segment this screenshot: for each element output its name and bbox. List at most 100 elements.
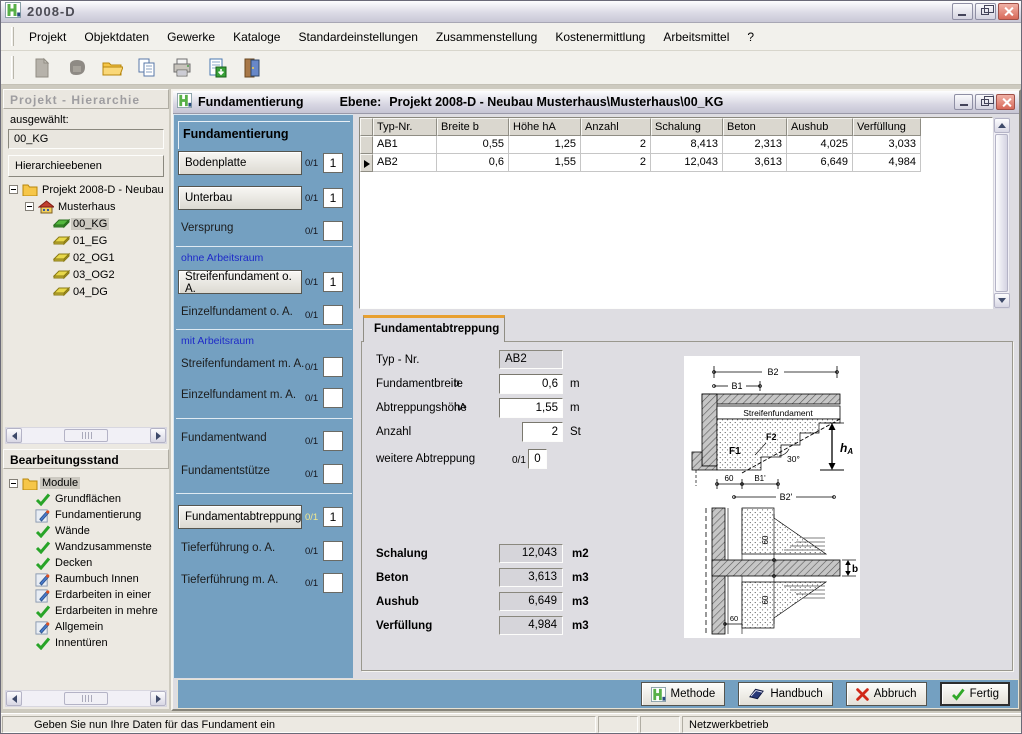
module-item[interactable]: Allgemein [5,619,167,635]
module-item[interactable]: Wandzusammenste [5,539,167,555]
menu-objektdaten[interactable]: Objektdaten [75,26,158,48]
streifenfundament-oa-button[interactable]: Streifenfundament o. A. [178,270,302,294]
fundamentbreite-input[interactable] [499,374,563,394]
abbruch-button[interactable]: Abbruch [846,682,927,706]
count-box[interactable] [323,431,343,451]
scroll-thumb[interactable] [64,429,108,442]
module-item[interactable]: Decken [5,555,167,571]
scroll-down-button[interactable] [994,293,1010,308]
scroll-right-button[interactable] [150,428,166,443]
tree-item-03-og2[interactable]: 03_OG2 [5,266,167,283]
row-selector[interactable] [360,136,373,154]
module-item[interactable]: Fundamentierung [5,507,167,523]
count-box[interactable] [323,464,343,484]
scroll-right-button[interactable] [150,691,166,706]
methode-button[interactable]: Methode [641,682,726,706]
menu-arbeitsmittel[interactable]: Arbeitsmittel [654,26,738,48]
close-button[interactable] [998,3,1019,20]
save-button[interactable] [64,55,90,81]
scroll-thumb[interactable] [995,134,1008,292]
print-button[interactable] [169,55,195,81]
menu-kostenermittlung[interactable]: Kostenermittlung [546,26,654,48]
dim-60: 60 [725,474,734,483]
count-box[interactable]: 1 [323,153,343,173]
copy-button[interactable] [134,55,160,81]
pencil-edit-icon [35,572,53,587]
progress-horizontal-scrollbar[interactable] [5,690,167,707]
menu-zusammenstellung[interactable]: Zusammenstellung [427,26,546,48]
tree-item-04-dg[interactable]: 04_DG [5,283,167,300]
table-row[interactable]: AB1 0,55 1,25 2 8,413 2,313 4,025 3,033 [360,136,992,154]
inner-minimize-button[interactable] [954,94,973,110]
dim-b2-prime: B2' [780,492,793,502]
module-item-label: Raumbuch Innen [53,573,141,585]
anzahl-input[interactable] [522,422,563,442]
count-box[interactable]: 1 [323,272,343,292]
bodenplatte-button[interactable]: Bodenplatte [178,151,302,175]
count-box[interactable] [323,357,343,377]
toolbar [1,51,1022,85]
cell-breite: 0,55 [437,136,509,154]
tree-item-02-og1[interactable]: 02_OG1 [5,249,167,266]
module-item[interactable]: Wände [5,523,167,539]
count-box[interactable]: 1 [323,507,343,527]
exit-button[interactable] [239,55,265,81]
verfuellung-field: 4,984 [499,616,563,635]
cell-schalung: 12,043 [651,154,723,172]
tree-item-project[interactable]: Projekt 2008-D - Neubau [5,181,167,198]
count-box[interactable] [323,221,343,241]
done-check-icon [951,688,965,701]
collapse-icon[interactable] [9,185,18,194]
inner-restore-button[interactable] [975,94,994,110]
count-box[interactable] [323,305,343,325]
fundamentabtreppung-button[interactable]: Fundamentabtreppung [178,505,302,529]
restore-button[interactable] [975,3,996,20]
foundation-row-tieferfuehrung-oa: Tieferführung o. A. 0/1 [174,539,354,563]
module-item[interactable]: Erdarbeiten in einer [5,587,167,603]
new-document-button[interactable] [29,55,55,81]
fertig-button[interactable]: Fertig [940,682,1010,706]
tree-item-01-eg[interactable]: 01_EG [5,232,167,249]
tree-item-label: 02_OG1 [71,252,117,264]
tree-item-label: Module [40,477,80,489]
menubar: Projekt Objektdaten Gewerke Kataloge Sta… [1,23,1022,51]
scroll-up-button[interactable] [994,118,1010,133]
count-box[interactable] [323,388,343,408]
menu-kataloge[interactable]: Kataloge [224,26,289,48]
tieferfuehrung-oa-label: Tieferführung o. A. [181,542,275,554]
menu-standardeinstellungen[interactable]: Standardeinstellungen [289,26,426,48]
weitere-abtreppung-input[interactable] [528,449,547,469]
tree-item-musterhaus[interactable]: Musterhaus [5,198,167,215]
export-document-button[interactable] [204,55,230,81]
module-item[interactable]: Raumbuch Innen [5,571,167,587]
scroll-left-button[interactable] [6,428,22,443]
count-box[interactable]: 1 [323,188,343,208]
collapse-icon[interactable] [9,479,18,488]
inner-close-button[interactable] [996,94,1015,110]
module-item-label: Grundflächen [53,493,123,505]
scroll-left-button[interactable] [6,691,22,706]
handbuch-button[interactable]: Handbuch [738,682,832,706]
foundation-row-unterbau: Unterbau 0/1 1 [174,186,354,210]
open-folder-button[interactable] [99,55,125,81]
module-item[interactable]: Grundflächen [5,491,167,507]
table-vertical-scrollbar[interactable] [993,117,1010,309]
tree-item-00-kg[interactable]: 00_KG [5,215,167,232]
hierarchy-horizontal-scrollbar[interactable] [5,427,167,444]
unterbau-button[interactable]: Unterbau [178,186,302,210]
module-item[interactable]: Erdarbeiten in mehre [5,603,167,619]
menu-help[interactable]: ? [738,26,763,48]
minimize-button[interactable] [952,3,973,20]
abtreppungshoehe-input[interactable] [499,398,563,418]
module-item[interactable]: Innentüren [5,635,167,651]
count-box[interactable] [323,541,343,561]
menu-projekt[interactable]: Projekt [20,26,75,48]
row-selector-current[interactable] [360,154,373,172]
tab-fundamentabtreppung[interactable]: Fundamentabtreppung [363,315,505,342]
collapse-icon[interactable] [25,202,34,211]
table-row-selected[interactable]: AB2 0,6 1,55 2 12,043 3,613 6,649 4,984 [360,154,992,172]
tree-item-module-root[interactable]: Module [5,475,167,491]
scroll-thumb[interactable] [64,692,108,705]
menu-gewerke[interactable]: Gewerke [158,26,224,48]
count-box[interactable] [323,573,343,593]
